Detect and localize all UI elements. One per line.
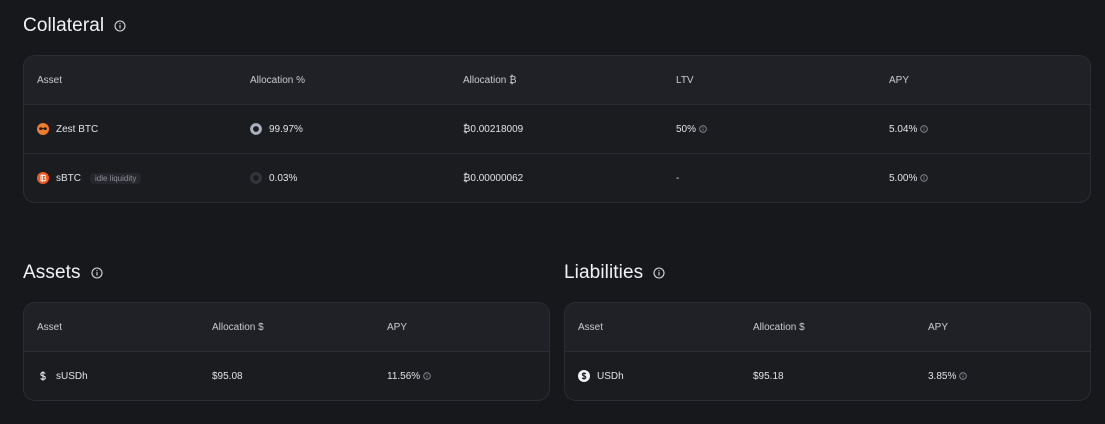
usdh-icon <box>578 370 590 382</box>
allocation-pct-value: 99.97% <box>269 123 303 135</box>
allocation-pct-cell: 99.97% <box>250 105 303 153</box>
ltv-cell: 50% <box>676 105 707 153</box>
apy-value: 11.56% <box>387 370 421 382</box>
collateral-title-text: Collateral <box>23 15 105 36</box>
allocation-pct-cell: 0.03% <box>250 154 297 202</box>
assets-table: Asset Allocation $ APY sUSDh $95.08 11.5… <box>23 302 550 401</box>
asset-name: Zest BTC <box>56 123 99 135</box>
info-icon[interactable] <box>91 267 103 279</box>
sbtc-icon <box>37 172 49 184</box>
allocation-btc-value: ₿0.00218009 <box>463 123 524 135</box>
column-header-asset: Asset <box>578 321 604 333</box>
asset-name: USDh <box>597 370 624 382</box>
zest-icon <box>37 123 49 135</box>
asset-cell: USDh <box>578 352 624 400</box>
column-header-allocation-usd: Allocation $ <box>753 321 805 333</box>
allocation-usd-value: $95.18 <box>753 370 784 382</box>
table-row[interactable]: sBTC idle liquidity 0.03% ₿0.00000062 - … <box>24 154 1090 202</box>
assets-title: Assets <box>23 262 103 284</box>
idle-liquidity-badge: idle liquidity <box>90 172 142 184</box>
info-icon[interactable] <box>959 372 968 380</box>
apy-cell: 3.85% <box>928 352 968 400</box>
asset-cell: Zest BTC <box>37 105 98 153</box>
column-header-allocation-usd: Allocation $ <box>212 321 264 333</box>
table-header-row: Asset Allocation $ APY <box>24 303 549 352</box>
column-header-allocation-btc: Allocation ₿ <box>463 74 517 86</box>
apy-cell: 11.56% <box>387 352 431 400</box>
liabilities-title-text: Liabilities <box>564 262 644 283</box>
table-header-row: Asset Allocation % Allocation ₿ LTV APY <box>24 56 1090 105</box>
column-header-apy: APY <box>889 74 910 86</box>
collateral-table: Asset Allocation % Allocation ₿ LTV APY … <box>23 55 1091 203</box>
info-icon[interactable] <box>423 372 431 380</box>
apy-value: 5.04% <box>889 123 918 135</box>
apy-value: 3.85% <box>928 370 957 382</box>
allocation-ring-icon <box>250 172 262 184</box>
column-header-ltv: LTV <box>676 74 694 86</box>
info-icon[interactable] <box>114 20 126 32</box>
apy-value: 5.00% <box>889 172 918 184</box>
info-icon[interactable] <box>920 174 929 182</box>
table-row[interactable]: Zest BTC 99.97% ₿0.00218009 50% 5.04% <box>24 105 1090 154</box>
table-row[interactable]: sUSDh $95.08 11.56% <box>24 352 549 400</box>
allocation-btc-value: ₿0.00000062 <box>463 172 524 184</box>
allocation-usd-value: $95.08 <box>212 370 243 382</box>
liabilities-table: Asset Allocation $ APY USDh $95.18 3.85% <box>564 302 1091 401</box>
asset-name: sUSDh <box>56 370 88 382</box>
asset-cell: sBTC idle liquidity <box>37 154 142 202</box>
apy-cell: 5.04% <box>889 105 929 153</box>
info-icon[interactable] <box>699 125 707 133</box>
collateral-title: Collateral <box>23 15 126 37</box>
column-header-asset: Asset <box>37 74 63 86</box>
ltv-value: - <box>676 172 680 184</box>
assets-title-text: Assets <box>23 262 81 283</box>
apy-cell: 5.00% <box>889 154 929 202</box>
column-header-apy: APY <box>387 321 408 333</box>
asset-cell: sUSDh <box>37 352 88 400</box>
ltv-value: 50% <box>676 123 697 135</box>
table-header-row: Asset Allocation $ APY <box>565 303 1090 352</box>
dollar-icon <box>37 370 49 382</box>
asset-name: sBTC <box>56 172 81 184</box>
table-row[interactable]: USDh $95.18 3.85% <box>565 352 1090 400</box>
liabilities-title: Liabilities <box>564 262 665 284</box>
info-icon[interactable] <box>920 125 929 133</box>
allocation-pct-value: 0.03% <box>269 172 298 184</box>
info-icon[interactable] <box>653 267 665 279</box>
column-header-asset: Asset <box>37 321 63 333</box>
column-header-allocation-pct: Allocation % <box>250 74 306 86</box>
column-header-apy: APY <box>928 321 949 333</box>
allocation-ring-icon <box>250 123 262 135</box>
